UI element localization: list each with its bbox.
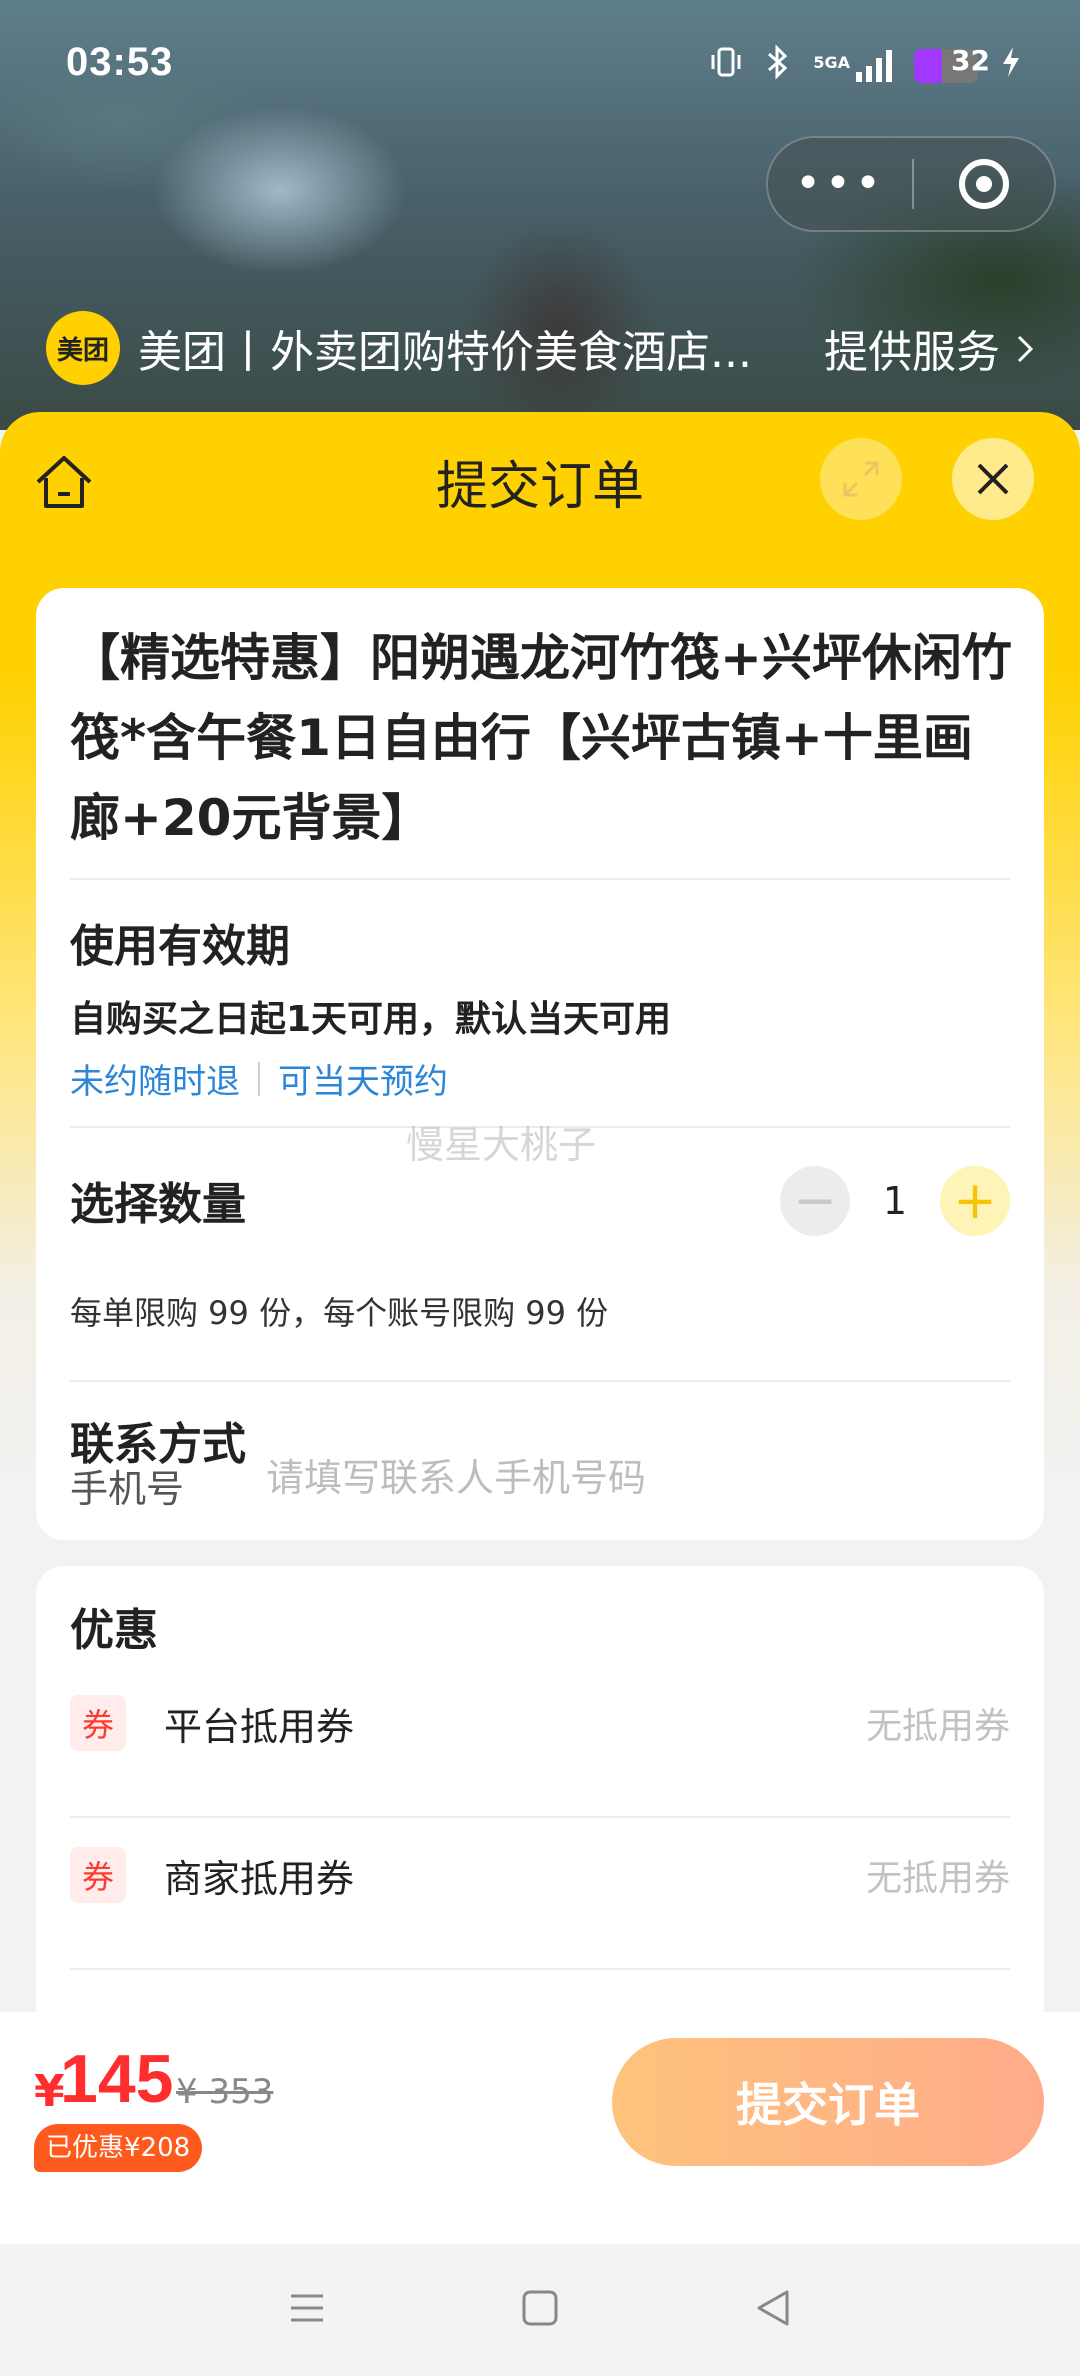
divider bbox=[70, 1816, 1010, 1818]
validity-title: 使用有效期 bbox=[70, 921, 290, 972]
discount-card: 优惠 券 平台抵用券 无抵用券 券 商家抵用券 无抵用券 bbox=[36, 1566, 1044, 2012]
status-bar: 03:53 5GA 32 bbox=[0, 0, 1080, 130]
phone-input[interactable] bbox=[266, 1448, 1006, 1508]
discount-title: 优惠 bbox=[70, 1605, 158, 1656]
provider-name: 美团丨外卖团购特价美食酒店... bbox=[138, 327, 752, 378]
charging-icon bbox=[1000, 45, 1022, 87]
quantity-stepper: − 1 + bbox=[780, 1166, 1010, 1236]
service-provider-row[interactable]: 美团 美团丨外卖团购特价美食酒店... 提供服务 bbox=[46, 310, 1036, 386]
coupon-name: 平台抵用券 bbox=[164, 1704, 355, 1749]
close-icon[interactable] bbox=[952, 438, 1034, 520]
close-program-icon[interactable] bbox=[914, 159, 1054, 209]
minus-button[interactable]: − bbox=[780, 1166, 850, 1236]
final-price: 145 bbox=[60, 2041, 174, 2117]
quantity-title: 选择数量 bbox=[70, 1179, 246, 1230]
submit-order-button[interactable]: 提交订单 bbox=[612, 2038, 1044, 2166]
network-type: 5GA bbox=[813, 53, 850, 72]
meituan-logo: 美团 bbox=[46, 311, 120, 385]
tag-refund: 未约随时退 bbox=[70, 1062, 240, 1102]
page-title: 提交订单 bbox=[435, 457, 644, 517]
system-navigation-bar bbox=[0, 2244, 1080, 2376]
watermark: 慢星大桃子 bbox=[406, 1123, 597, 1167]
back-icon[interactable] bbox=[753, 2288, 793, 2332]
phone-label: 手机号 bbox=[70, 1467, 185, 1511]
product-title: 【精选特惠】阳朔遇龙河竹筏+兴坪休闲竹筏*含午餐1日自由行【兴坪古镇+十里画廊+… bbox=[70, 629, 1012, 847]
sheet-header: 提交订单 bbox=[0, 412, 1080, 548]
status-time: 03:53 bbox=[66, 40, 174, 84]
signal-icon: 5GA bbox=[813, 50, 892, 82]
battery-level: 32 bbox=[951, 44, 990, 77]
validity-tags: 未约随时退 可当天预约 bbox=[70, 1054, 448, 1103]
provider-service-label: 提供服务 bbox=[824, 327, 1000, 378]
provider-service-link[interactable]: 提供服务 bbox=[824, 316, 1036, 380]
saved-badge: 已优惠¥208 bbox=[34, 2124, 203, 2172]
order-sheet: 提交订单 【精选特惠】阳朔遇龙河竹筏+兴坪休闲竹筏*含午餐1日自由行【兴坪古镇+… bbox=[0, 412, 1080, 2012]
more-icon[interactable]: ••• bbox=[768, 162, 912, 206]
coupon-row-platform[interactable]: 券 平台抵用券 无抵用券 bbox=[70, 1668, 1010, 1778]
order-card: 【精选特惠】阳朔遇龙河竹筏+兴坪休闲竹筏*含午餐1日自由行【兴坪古镇+十里画廊+… bbox=[36, 588, 1044, 1540]
original-price: ¥ 353 bbox=[176, 2072, 274, 2112]
coupon-icon: 券 bbox=[70, 1695, 126, 1751]
coupon-icon: 券 bbox=[70, 1847, 126, 1903]
coupon-value: 无抵用券 bbox=[865, 1706, 1010, 1747]
expand-icon[interactable] bbox=[820, 438, 902, 520]
checkout-bar: ¥ 145 ¥ 353 已优惠¥208 提交订单 bbox=[0, 2012, 1080, 2244]
plus-button[interactable]: + bbox=[940, 1166, 1010, 1236]
divider bbox=[70, 1968, 1010, 1970]
coupon-name: 商家抵用券 bbox=[164, 1856, 355, 1901]
divider bbox=[70, 1380, 1010, 1382]
mini-program-capsule: ••• bbox=[766, 136, 1056, 232]
divider bbox=[70, 878, 1010, 880]
menu-icon[interactable] bbox=[287, 2288, 327, 2332]
home-square-icon[interactable] bbox=[520, 2288, 560, 2332]
purchase-limit: 每单限购 99 份，每个账号限购 99 份 bbox=[70, 1294, 609, 1332]
chevron-right-icon bbox=[1017, 335, 1034, 363]
coupon-row-merchant[interactable]: 券 商家抵用券 无抵用券 bbox=[70, 1820, 1010, 1930]
coupon-value: 无抵用券 bbox=[865, 1858, 1010, 1899]
validity-text: 自购买之日起1天可用，默认当天可用 bbox=[70, 999, 672, 1040]
vibrate-icon bbox=[709, 45, 743, 87]
bluetooth-icon bbox=[765, 44, 791, 88]
tag-same-day: 可当天预约 bbox=[278, 1062, 448, 1102]
quantity-value: 1 bbox=[882, 1179, 908, 1223]
tag-divider bbox=[258, 1061, 260, 1096]
